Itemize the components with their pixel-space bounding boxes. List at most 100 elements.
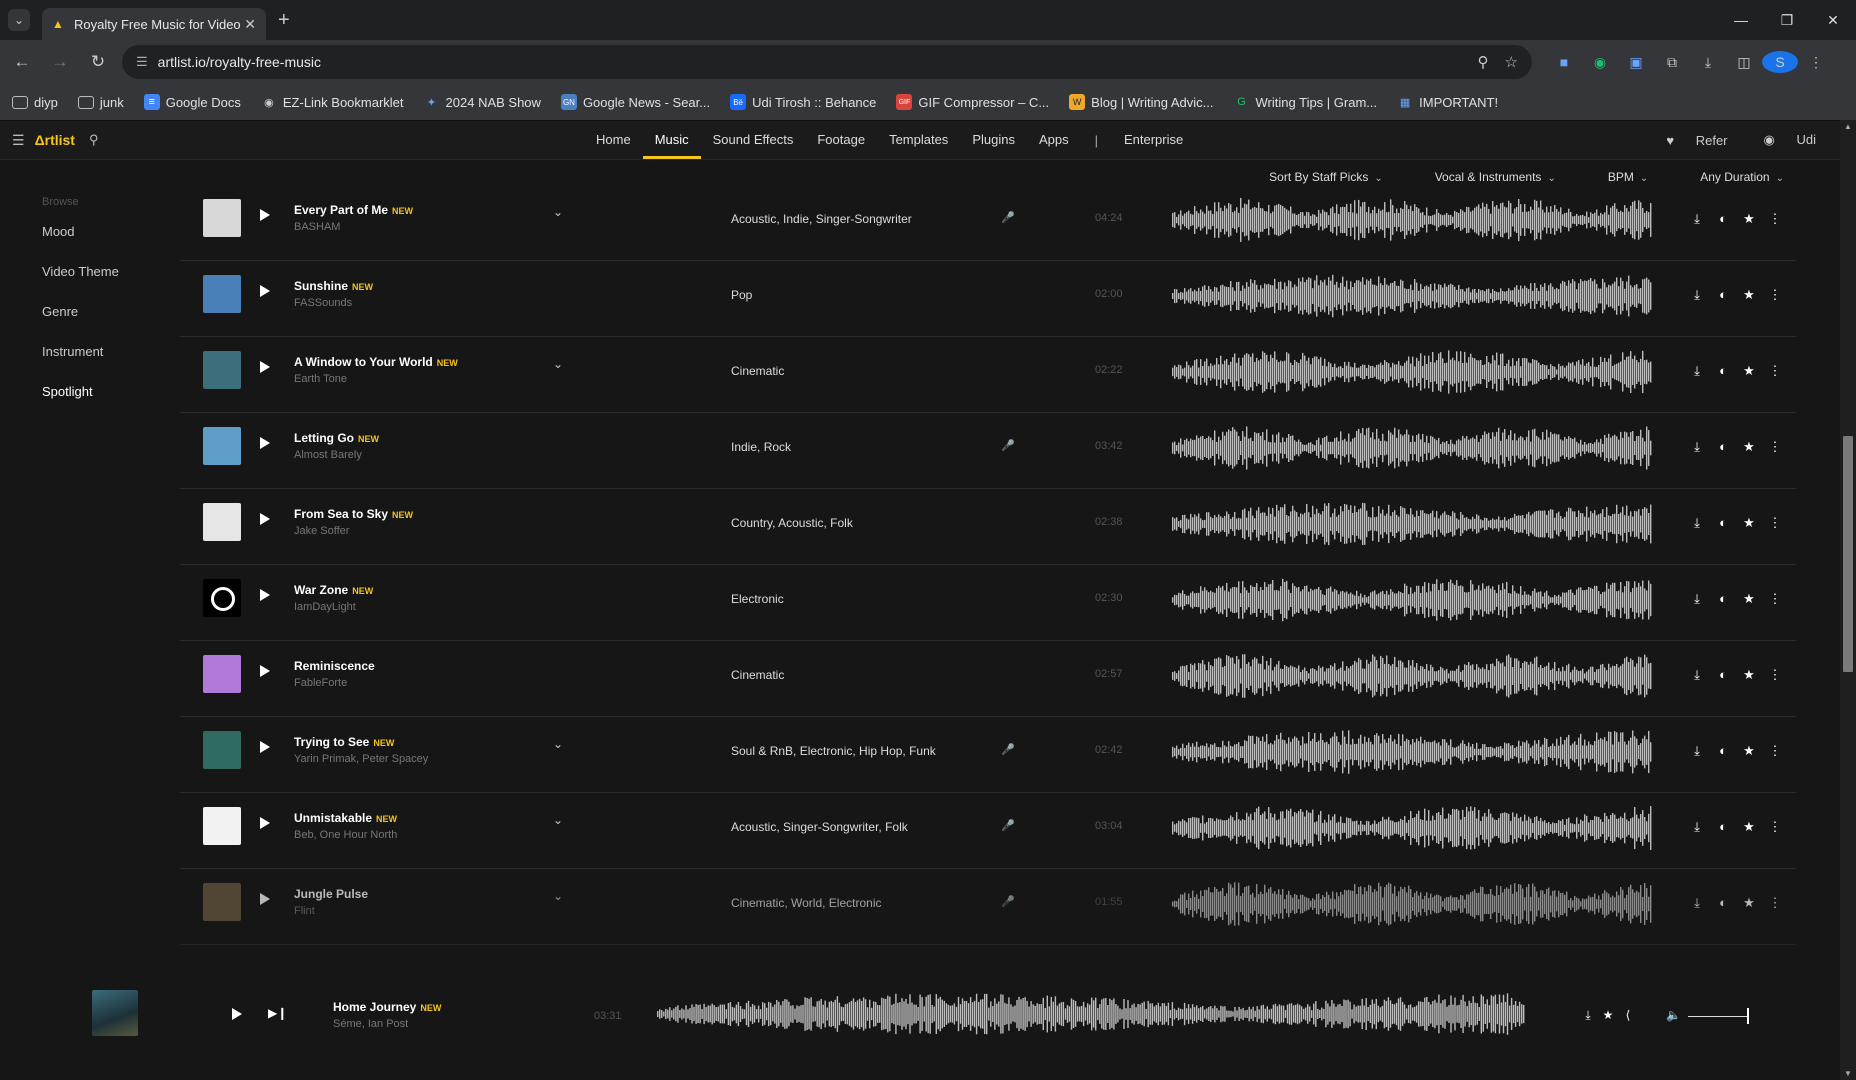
user-menu[interactable]: ◉ Udi — [1746, 132, 1816, 148]
track-genres[interactable]: Indie, Rock — [731, 440, 791, 454]
favorite-star-icon[interactable]: ★ — [1736, 895, 1762, 911]
bookmark-item[interactable]: Bë Udi Tirosh :: Behance — [730, 94, 876, 110]
favorite-star-icon[interactable]: ★ — [1736, 667, 1762, 683]
sidebar-item-genre[interactable]: Genre — [42, 300, 119, 340]
chevron-down-icon[interactable]: ⌄ — [553, 205, 563, 219]
favorite-star-icon[interactable]: ★ — [1736, 591, 1762, 607]
download-icon[interactable]: ⤓ — [1684, 819, 1710, 835]
track-waveform[interactable] — [1172, 653, 1652, 699]
track-waveform[interactable] — [1172, 197, 1652, 243]
tab-search-icon[interactable]: ⌄ — [8, 9, 30, 31]
more-options-icon[interactable]: ⋮ — [1762, 667, 1788, 683]
track-row[interactable]: Reminiscence FableForte Cinematic 02:57 ⤓ ◐ ★ ⋮ — [180, 641, 1796, 717]
volume-handle[interactable] — [1747, 1008, 1749, 1024]
track-artist[interactable]: Beb, One Hour North — [294, 829, 397, 841]
track-row[interactable]: Sunshine NEW FASSounds Pop 02:00 ⤓ ◐ ★ ⋮ — [180, 261, 1796, 337]
track-artist[interactable]: Yarin Primak, Peter Spacey — [294, 753, 428, 765]
track-title[interactable]: Letting Go NEW — [294, 431, 379, 445]
close-tab-icon[interactable]: ✕ — [244, 16, 256, 33]
track-artist[interactable]: FASSounds — [294, 297, 352, 309]
add-to-project-icon[interactable]: ◐ — [1710, 363, 1736, 379]
share-icon[interactable]: ⟨ — [1618, 1008, 1638, 1023]
more-options-icon[interactable]: ⋮ — [1762, 819, 1788, 835]
bookmark-folder[interactable]: junk — [77, 95, 124, 110]
sidebar-item-mood[interactable]: Mood — [42, 220, 119, 260]
track-cover-art[interactable] — [203, 655, 241, 693]
bookmark-item[interactable]: W Blog | Writing Advic... — [1069, 94, 1214, 110]
track-title[interactable]: Unmistakable NEW — [294, 811, 397, 825]
page-scrollbar[interactable]: ▲ ▼ — [1840, 120, 1856, 1080]
add-to-project-icon[interactable]: ◐ — [1710, 211, 1736, 227]
track-waveform[interactable] — [1172, 425, 1652, 471]
side-panel-icon[interactable]: ◫ — [1726, 54, 1762, 71]
track-row[interactable]: War Zone NEW IamDayLight Electronic 02:30 ⤓ ◐ ★… — [180, 565, 1796, 641]
play-icon[interactable] — [260, 437, 270, 449]
play-icon[interactable] — [260, 513, 270, 525]
track-genres[interactable]: Electronic — [731, 592, 784, 606]
back-icon[interactable]: ← — [6, 52, 38, 72]
grammarly-icon[interactable]: ◉ — [1582, 54, 1618, 71]
forward-icon[interactable]: → — [44, 52, 76, 72]
scroll-up-icon[interactable]: ▲ — [1840, 122, 1856, 131]
play-icon[interactable] — [260, 741, 270, 753]
add-to-project-icon[interactable]: ◐ — [1710, 515, 1736, 531]
track-genres[interactable]: Acoustic, Singer-Songwriter, Folk — [731, 820, 908, 834]
favorite-star-icon[interactable]: ★ — [1736, 211, 1762, 227]
volume-slider[interactable] — [1688, 1016, 1748, 1017]
nav-sound-effects[interactable]: Sound Effects — [701, 121, 806, 159]
track-cover-art[interactable] — [203, 807, 241, 845]
track-row[interactable]: Every Part of Me NEW BASHAM ⌄ Acoustic, Indi… — [180, 185, 1796, 261]
play-icon[interactable] — [260, 285, 270, 297]
nav-plugins[interactable]: Plugins — [960, 121, 1027, 159]
track-genres[interactable]: Pop — [731, 288, 752, 302]
track-artist[interactable]: Flint — [294, 905, 315, 917]
track-cover-art[interactable] — [203, 427, 241, 465]
sort-dropdown[interactable]: Sort By Staff Picks ⌄ — [1243, 170, 1383, 184]
minimize-icon[interactable]: — — [1718, 0, 1764, 40]
track-title[interactable]: From Sea to Sky NEW — [294, 507, 413, 521]
volume-icon[interactable]: 🔈 — [1666, 1008, 1681, 1022]
add-to-project-icon[interactable]: ◐ — [1710, 667, 1736, 683]
chevron-down-icon[interactable]: ⌄ — [553, 737, 563, 751]
track-cover-art[interactable] — [203, 275, 241, 313]
track-title[interactable]: Jungle Pulse — [294, 887, 372, 901]
artlist-logo[interactable]: Δrtlist — [35, 132, 75, 148]
player-track-title[interactable]: Home Journey NEW — [333, 1000, 441, 1014]
next-track-icon[interactable]: ▶❙ — [268, 1006, 287, 1020]
track-genres[interactable]: Acoustic, Indie, Singer-Songwriter — [731, 212, 912, 226]
track-cover-art[interactable] — [203, 731, 241, 769]
favorite-star-icon[interactable]: ★ — [1736, 287, 1762, 303]
track-artist[interactable]: Earth Tone — [294, 373, 347, 385]
browser-tab[interactable]: ▲ Royalty Free Music for Video Cr ✕ — [42, 8, 266, 40]
track-genres[interactable]: Country, Acoustic, Folk — [731, 516, 853, 530]
reload-icon[interactable]: ↻ — [82, 52, 114, 72]
track-row[interactable]: From Sea to Sky NEW Jake Soffer Country, Ac… — [180, 489, 1796, 565]
new-tab-icon[interactable]: + — [278, 9, 290, 32]
download-icon[interactable]: ⤓ — [1684, 439, 1710, 455]
track-cover-art[interactable] — [203, 351, 241, 389]
track-genres[interactable]: Cinematic — [731, 364, 784, 378]
nav-music[interactable]: Music — [642, 121, 701, 159]
duration-dropdown[interactable]: Any Duration ⌄ — [1674, 170, 1784, 184]
more-options-icon[interactable]: ⋮ — [1762, 439, 1788, 455]
hamburger-menu-icon[interactable]: ☰ — [12, 132, 25, 149]
more-options-icon[interactable]: ⋮ — [1762, 211, 1788, 227]
add-to-project-icon[interactable]: ◐ — [1710, 287, 1736, 303]
track-waveform[interactable] — [1172, 577, 1652, 623]
track-row[interactable]: Trying to See NEW Yarin Primak, Peter Spac… — [180, 717, 1796, 793]
track-title[interactable]: Sunshine NEW — [294, 279, 373, 293]
chevron-down-icon[interactable]: ⌄ — [553, 357, 563, 371]
track-title[interactable]: Trying to See NEW — [294, 735, 394, 749]
track-title[interactable]: Every Part of Me NEW — [294, 203, 413, 217]
player-artist[interactable]: Séme, Ian Post — [333, 1018, 408, 1030]
track-genres[interactable]: Cinematic — [731, 668, 784, 682]
vocal-instruments-dropdown[interactable]: Vocal & Instruments ⌄ — [1409, 170, 1556, 184]
close-window-icon[interactable]: ✕ — [1810, 0, 1856, 40]
search-icon[interactable]: ⚲ — [89, 132, 99, 148]
player-play-icon[interactable] — [232, 1008, 242, 1020]
scroll-down-icon[interactable]: ▼ — [1840, 1069, 1856, 1078]
download-icon[interactable]: ⤓ — [1684, 591, 1710, 607]
sidebar-item-spotlight[interactable]: Spotlight — [42, 380, 119, 420]
extensions-puzzle-icon[interactable]: ⧉ — [1654, 54, 1690, 71]
nav-templates[interactable]: Templates — [877, 121, 960, 159]
